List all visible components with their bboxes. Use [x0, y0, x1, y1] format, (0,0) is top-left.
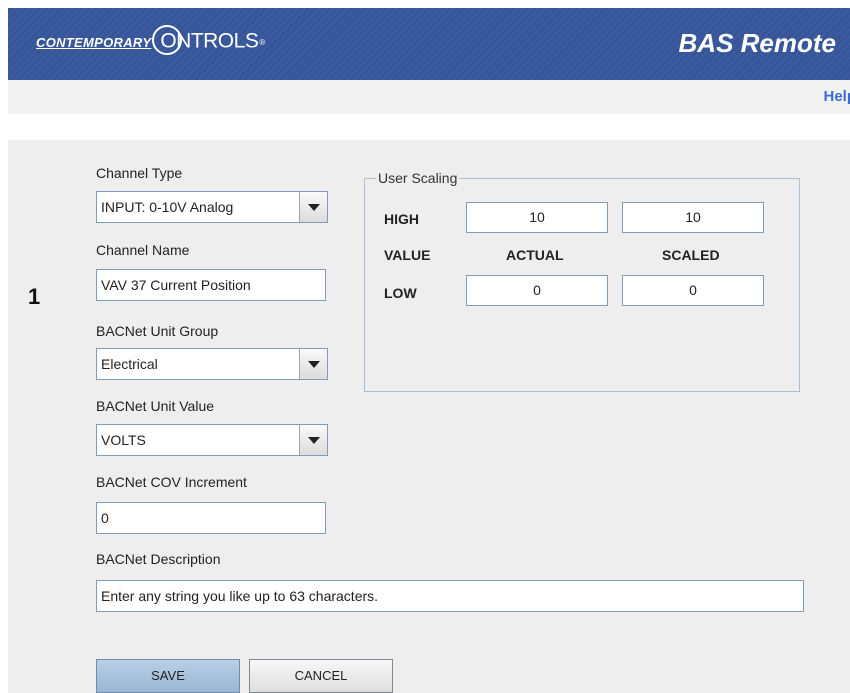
- unit-value-value: VOLTS: [101, 432, 146, 448]
- user-scaling-legend: User Scaling: [376, 170, 460, 186]
- save-button[interactable]: SAVE: [96, 659, 240, 693]
- unit-group-label: BACNet Unit Group: [96, 323, 219, 339]
- description-input[interactable]: Enter any string you like up to 63 chara…: [96, 580, 804, 612]
- cov-increment-label: BACNet COV Increment: [96, 474, 247, 490]
- help-link[interactable]: Help: [823, 88, 850, 105]
- high-scaled-input[interactable]: 10: [622, 202, 764, 233]
- unit-group-select[interactable]: Electrical: [96, 348, 328, 380]
- value-label: VALUE: [384, 247, 431, 263]
- channel-number: 1: [28, 284, 41, 309]
- header-banner: CONTEMPORARY ONTROLS ® BAS Remote: [8, 8, 850, 80]
- channel-name-label: Channel Name: [96, 242, 190, 258]
- channel-type-label: Channel Type: [96, 165, 183, 181]
- logo-text-primary: CONTEMPORARY: [36, 34, 152, 50]
- high-label: HIGH: [384, 211, 419, 227]
- company-logo: CONTEMPORARY ONTROLS ®: [36, 25, 266, 57]
- chevron-down-icon[interactable]: [299, 349, 327, 379]
- unit-value-label: BACNet Unit Value: [96, 398, 215, 414]
- product-title: BAS Remote: [678, 28, 836, 58]
- chevron-down-icon[interactable]: [299, 425, 327, 455]
- channel-type-value: INPUT: 0-10V Analog: [101, 199, 234, 215]
- channel-name-input[interactable]: VAV 37 Current Position: [96, 269, 326, 301]
- toolbar: Help: [8, 80, 850, 114]
- cancel-button[interactable]: CANCEL: [249, 659, 393, 693]
- chevron-down-icon[interactable]: [299, 192, 327, 222]
- scaled-header: SCALED: [662, 247, 720, 263]
- channel-type-select[interactable]: INPUT: 0-10V Analog: [96, 191, 328, 223]
- low-actual-input[interactable]: 0: [466, 275, 608, 306]
- high-actual-input[interactable]: 10: [466, 202, 608, 233]
- cov-increment-input[interactable]: 0: [96, 502, 326, 534]
- unit-group-value: Electrical: [101, 356, 158, 372]
- description-label: BACNet Description: [96, 551, 221, 567]
- actual-header: ACTUAL: [506, 247, 564, 263]
- logo-text-secondary: ONTROLS: [152, 25, 259, 57]
- logo-trademark: ®: [259, 37, 266, 47]
- low-label: LOW: [384, 285, 417, 301]
- unit-value-select[interactable]: VOLTS: [96, 424, 328, 456]
- low-scaled-input[interactable]: 0: [622, 275, 764, 306]
